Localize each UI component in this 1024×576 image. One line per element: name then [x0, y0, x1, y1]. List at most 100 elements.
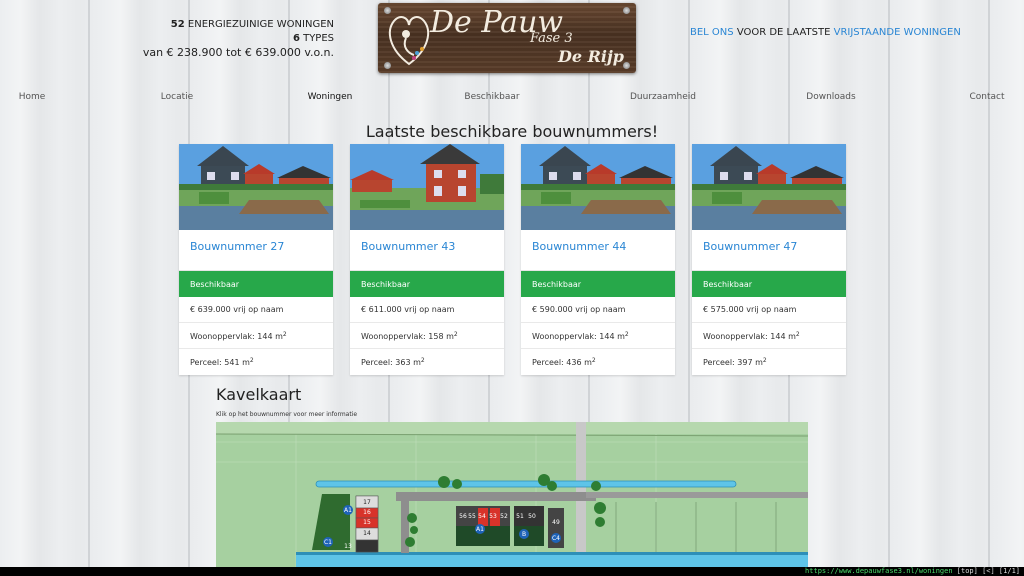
- nav-item-home[interactable]: Home: [19, 92, 46, 102]
- nav-item-locatie[interactable]: Locatie: [161, 92, 193, 102]
- plot-label: 14: [363, 530, 371, 537]
- status-badge: Beschikbaar: [179, 271, 333, 297]
- status-suffix: [top] [<] [1/1]: [952, 567, 1020, 575]
- superscript-2: 2: [453, 331, 458, 338]
- house-photo-image: [692, 144, 846, 230]
- status-badge: Beschikbaar: [692, 271, 846, 297]
- site-plan: 17 16 15 14 13 56 55 54 53 52 51 50 49 A…: [216, 422, 808, 576]
- nav-item-contact[interactable]: Contact: [969, 92, 1004, 102]
- call-to-action: BEL ONS VOOR DE LAATSTE VRIJSTAANDE WONI…: [690, 27, 961, 38]
- perceel-row: Perceel: 397 m2: [692, 349, 846, 375]
- listing-card[interactable]: Bouwnummer 43 Beschikbaar € 611.000 vrij…: [350, 144, 504, 375]
- superscript-2: 2: [249, 357, 254, 364]
- plot-label: 13: [344, 543, 352, 550]
- type-badge: B: [522, 531, 526, 538]
- superscript-2: 2: [762, 357, 767, 364]
- listing-card[interactable]: Bouwnummer 44 Beschikbaar € 590.000 vrij…: [521, 144, 675, 375]
- house-photo-image: [179, 144, 333, 230]
- house-photo[interactable]: [179, 144, 333, 230]
- plot-label: 56: [459, 513, 467, 520]
- type-badge: C4: [552, 535, 560, 542]
- price-row: € 639.000 vrij op naam: [179, 297, 333, 323]
- perceel-value: Perceel: 541 m: [190, 358, 250, 367]
- call-link[interactable]: BEL ONS: [690, 27, 734, 38]
- nav-item-woningen[interactable]: Woningen: [308, 92, 353, 102]
- card-title[interactable]: Bouwnummer 44: [521, 230, 675, 271]
- status-badge: Beschikbaar: [350, 271, 504, 297]
- perceel-value: Perceel: 363 m: [361, 358, 421, 367]
- plot-label: 17: [363, 499, 371, 506]
- plot-label: 49: [552, 519, 560, 526]
- house-photo[interactable]: [350, 144, 504, 230]
- perceel-value: Perceel: 397 m: [703, 358, 763, 367]
- logo-nail: [623, 7, 630, 14]
- types-line: 6 TYPES: [143, 32, 334, 46]
- main-nav: Home Locatie Woningen Beschikbaar Duurza…: [0, 92, 1024, 106]
- header-info: 52 ENERGIEZUINIGE WONINGEN 6 TYPES van €…: [143, 18, 334, 60]
- woonoppervlak-value: Woonoppervlak: 144 m: [190, 332, 283, 341]
- type-badge: A1: [476, 526, 484, 533]
- type-badge: C1: [324, 539, 332, 546]
- house-photo[interactable]: [692, 144, 846, 230]
- status-badge: Beschikbaar: [521, 271, 675, 297]
- card-title[interactable]: Bouwnummer 27: [179, 230, 333, 271]
- nav-item-downloads[interactable]: Downloads: [806, 92, 855, 102]
- superscript-2: 2: [795, 331, 800, 338]
- perceel-row: Perceel: 541 m2: [179, 349, 333, 375]
- kavelkaart-subtitle: Klik op het bouwnummer voor meer informa…: [216, 411, 358, 418]
- logo-location: De Rijp: [558, 47, 624, 66]
- kavelkaart-map[interactable]: 17 16 15 14 13 56 55 54 53 52 51 50 49 A…: [216, 422, 808, 576]
- call-mid-text: VOOR DE LAATSTE: [733, 27, 834, 38]
- plot-label: 52: [500, 513, 508, 520]
- status-url-line: https://www.depauwfase3.nl/woningen [top…: [805, 567, 1020, 576]
- price-row: € 611.000 vrij op naam: [350, 297, 504, 323]
- plot-label: 15: [363, 519, 371, 526]
- types-text: TYPES: [299, 33, 334, 44]
- woonoppervlak-row: Woonoppervlak: 144 m2: [179, 323, 333, 349]
- woonoppervlak-value: Woonoppervlak: 144 m: [703, 332, 796, 341]
- woonoppervlak-value: Woonoppervlak: 158 m: [361, 332, 454, 341]
- woonoppervlak-row: Woonoppervlak: 144 m2: [692, 323, 846, 349]
- house-photo-image: [350, 144, 504, 230]
- nav-item-duurzaamheid[interactable]: Duurzaamheid: [630, 92, 696, 102]
- house-photo[interactable]: [521, 144, 675, 230]
- nav-item-beschikbaar[interactable]: Beschikbaar: [464, 92, 519, 102]
- house-photo-image: [521, 144, 675, 230]
- superscript-2: 2: [591, 357, 596, 364]
- plot-label: 55: [468, 513, 476, 520]
- type-badge: A1: [344, 507, 352, 514]
- plot-label: 50: [528, 513, 536, 520]
- card-title[interactable]: Bouwnummer 47: [692, 230, 846, 271]
- status-url: https://www.depauwfase3.nl/woningen: [805, 567, 953, 575]
- price-row: € 575.000 vrij op naam: [692, 297, 846, 323]
- superscript-2: 2: [282, 331, 287, 338]
- site-logo[interactable]: De Pauw Fase 3 De Rijp: [378, 3, 636, 73]
- logo-subtitle: Fase 3: [530, 31, 573, 46]
- kavelkaart-title: Kavelkaart: [216, 385, 302, 404]
- listing-card[interactable]: Bouwnummer 47 Beschikbaar € 575.000 vrij…: [692, 144, 846, 375]
- plot-label: 16: [363, 509, 371, 516]
- plot-label: 54: [478, 513, 486, 520]
- listing-cards: Bouwnummer 27 Beschikbaar € 639.000 vrij…: [179, 144, 846, 375]
- section-title: Laatste beschikbare bouwnummers!: [365, 122, 659, 141]
- price-range: van € 238.900 tot € 639.000 v.o.n.: [142, 46, 334, 59]
- logo-nail: [623, 62, 630, 69]
- vrijstaande-link[interactable]: VRIJSTAANDE WONINGEN: [834, 27, 961, 38]
- peacock-heart-icon: [388, 16, 430, 66]
- count-number: 52: [170, 19, 185, 30]
- woonoppervlak-row: Woonoppervlak: 158 m2: [350, 323, 504, 349]
- superscript-2: 2: [624, 331, 629, 338]
- plot-label: 53: [489, 513, 497, 520]
- perceel-value: Perceel: 436 m: [532, 358, 592, 367]
- types-number: 6: [292, 33, 300, 44]
- woonoppervlak-value: Woonoppervlak: 144 m: [532, 332, 625, 341]
- woonoppervlak-row: Woonoppervlak: 144 m2: [521, 323, 675, 349]
- listing-card[interactable]: Bouwnummer 27 Beschikbaar € 639.000 vrij…: [179, 144, 333, 375]
- price-row: € 590.000 vrij op naam: [521, 297, 675, 323]
- card-title[interactable]: Bouwnummer 43: [350, 230, 504, 271]
- browser-status-bar: https://www.depauwfase3.nl/woningen [top…: [0, 567, 1024, 576]
- perceel-row: Perceel: 363 m2: [350, 349, 504, 375]
- superscript-2: 2: [420, 357, 425, 364]
- count-text: ENERGIEZUINIGE WONINGEN: [184, 19, 334, 30]
- perceel-row: Perceel: 436 m2: [521, 349, 675, 375]
